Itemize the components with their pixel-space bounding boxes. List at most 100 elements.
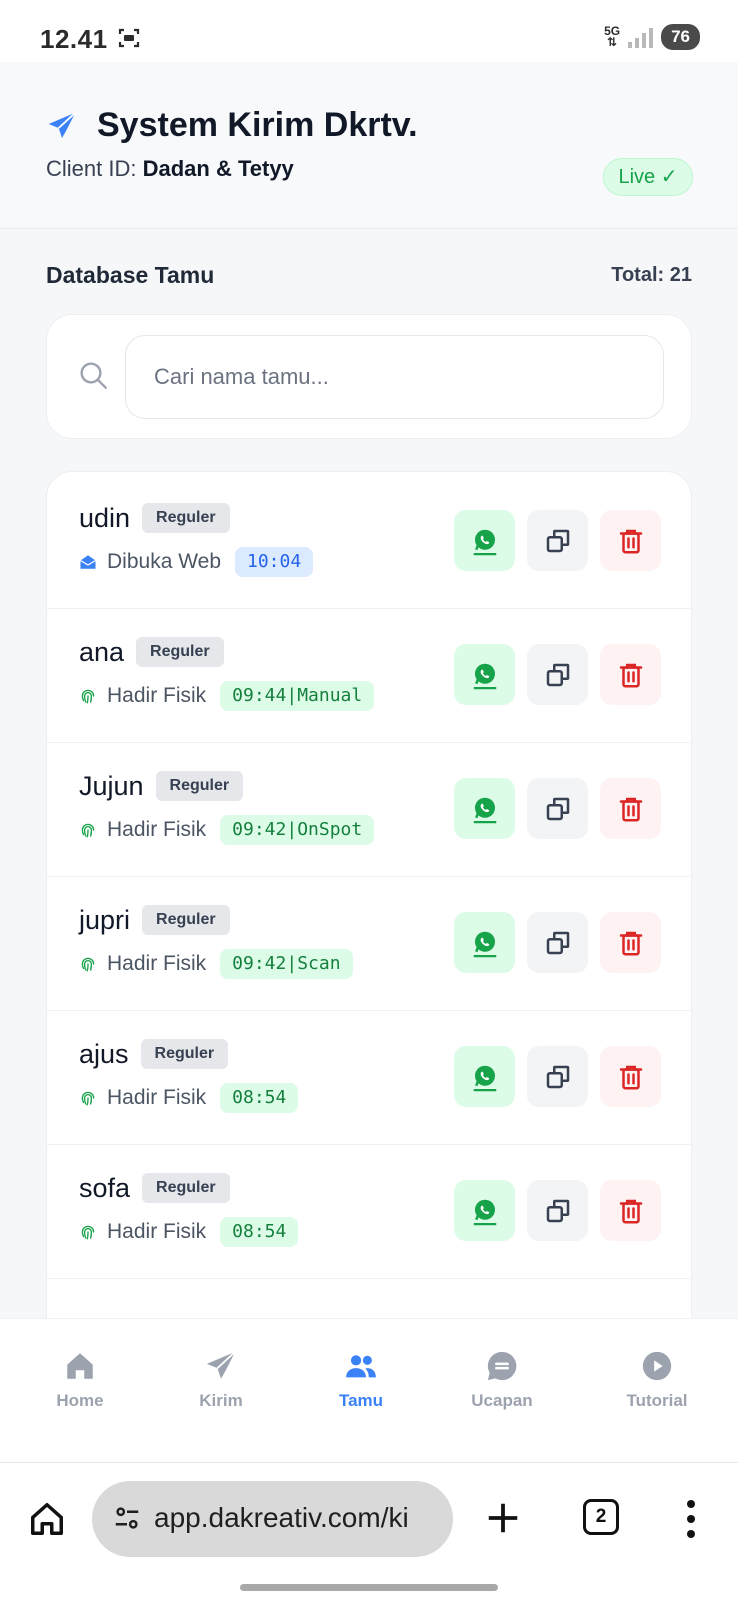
search-card bbox=[46, 314, 692, 439]
section-title: Database Tamu bbox=[46, 262, 215, 288]
category-badge: Reguler bbox=[142, 1173, 230, 1203]
guest-list: udin Reguler Dibuka Web 10:04 ana Reguler Hadi… bbox=[46, 471, 692, 1331]
copy-icon bbox=[543, 526, 573, 556]
status-time-badge: 08:54 bbox=[220, 1083, 299, 1113]
copy-icon bbox=[543, 1196, 573, 1226]
trash-icon bbox=[616, 928, 646, 958]
delete-button[interactable] bbox=[600, 778, 661, 839]
status-label: Hadir Fisik bbox=[107, 818, 207, 841]
search-input[interactable] bbox=[125, 335, 664, 419]
whatsapp-button[interactable] bbox=[454, 1180, 515, 1241]
whatsapp-icon bbox=[470, 1196, 500, 1226]
envelope-open-icon bbox=[79, 553, 97, 571]
guest-status: Hadir Fisik bbox=[79, 1086, 206, 1110]
nav-item-tamu[interactable]: Tamu bbox=[301, 1349, 421, 1411]
trash-icon bbox=[616, 794, 646, 824]
fingerprint-icon bbox=[79, 687, 97, 705]
browser-toolbar: app.dakreativ.com/ki 2 bbox=[0, 1462, 738, 1600]
browser-home-icon[interactable] bbox=[28, 1500, 66, 1538]
guest-status: Hadir Fisik bbox=[79, 684, 206, 708]
copy-icon bbox=[543, 794, 573, 824]
tab-switcher-button[interactable]: 2 bbox=[583, 1499, 619, 1535]
home-icon bbox=[20, 1349, 140, 1383]
whatsapp-button[interactable] bbox=[454, 778, 515, 839]
copy-button[interactable] bbox=[527, 644, 588, 705]
whatsapp-button[interactable] bbox=[454, 912, 515, 973]
play-circle-icon bbox=[597, 1349, 717, 1383]
live-badge: Live ✓ bbox=[603, 158, 693, 196]
trash-icon bbox=[616, 1196, 646, 1226]
status-label: Hadir Fisik bbox=[107, 952, 207, 975]
status-time: 12.41 bbox=[40, 24, 108, 54]
whatsapp-button[interactable] bbox=[454, 644, 515, 705]
network-type: 5G ⇅ bbox=[604, 24, 621, 49]
category-badge: Reguler bbox=[142, 905, 230, 935]
fingerprint-icon bbox=[79, 1089, 97, 1107]
url-text: app.dakreativ.com/ki bbox=[154, 1502, 409, 1533]
bottom-nav: Home Kirim Tamu Ucapan Tutorial bbox=[0, 1318, 738, 1462]
delete-button[interactable] bbox=[600, 644, 661, 705]
category-badge: Reguler bbox=[142, 503, 230, 533]
whatsapp-icon bbox=[470, 1062, 500, 1092]
guest-status: Hadir Fisik bbox=[79, 952, 206, 976]
address-bar[interactable]: app.dakreativ.com/ki bbox=[92, 1481, 453, 1557]
site-settings-icon[interactable] bbox=[112, 1503, 142, 1533]
status-label: Hadir Fisik bbox=[107, 1220, 207, 1243]
nav-label: Kirim bbox=[199, 1391, 243, 1410]
guest-row: jupri Reguler Hadir Fisik 09:42|Scan bbox=[47, 874, 691, 1011]
guest-row: sofa Reguler Hadir Fisik 08:54 bbox=[47, 1142, 691, 1279]
search-icon bbox=[80, 362, 107, 389]
total-count: Total: 21 bbox=[611, 264, 692, 286]
trash-icon bbox=[616, 1062, 646, 1092]
status-time-badge: 09:42|OnSpot bbox=[220, 815, 375, 845]
whatsapp-button[interactable] bbox=[454, 1046, 515, 1107]
category-badge: Reguler bbox=[155, 771, 244, 801]
category-badge: Reguler bbox=[136, 637, 224, 667]
copy-button[interactable] bbox=[527, 1046, 588, 1107]
guest-row: udin Reguler Dibuka Web 10:04 bbox=[47, 472, 691, 609]
guest-status: Hadir Fisik bbox=[79, 1220, 206, 1244]
trash-icon bbox=[616, 526, 646, 556]
fingerprint-icon bbox=[79, 821, 97, 839]
copy-button[interactable] bbox=[527, 1180, 588, 1241]
app-header bbox=[0, 62, 738, 229]
guest-name: Jujun bbox=[79, 771, 144, 801]
copy-button[interactable] bbox=[527, 778, 588, 839]
nav-item-tutorial[interactable]: Tutorial bbox=[597, 1349, 717, 1411]
screen-record-icon bbox=[118, 28, 140, 48]
nav-label: Tamu bbox=[338, 1391, 384, 1410]
users-icon bbox=[301, 1349, 421, 1383]
copy-icon bbox=[543, 1062, 573, 1092]
delete-button[interactable] bbox=[600, 510, 661, 571]
guest-name: ajus bbox=[79, 1039, 129, 1069]
guest-status: Hadir Fisik bbox=[79, 818, 206, 842]
signal-icon bbox=[628, 26, 654, 48]
status-time-badge: 09:42|Scan bbox=[220, 949, 353, 979]
copy-button[interactable] bbox=[527, 510, 588, 571]
nav-label: Ucapan bbox=[471, 1391, 533, 1410]
copy-icon bbox=[543, 928, 573, 958]
nav-item-kirim[interactable]: Kirim bbox=[161, 1349, 281, 1411]
delete-button[interactable] bbox=[600, 912, 661, 973]
guest-status: Dibuka Web bbox=[79, 550, 221, 574]
copy-icon bbox=[543, 660, 573, 690]
status-label: Dibuka Web bbox=[107, 550, 222, 573]
nav-item-home[interactable]: Home bbox=[20, 1349, 140, 1411]
guest-name: udin bbox=[79, 503, 131, 533]
status-time-badge: 10:04 bbox=[235, 547, 314, 577]
new-tab-icon[interactable] bbox=[484, 1499, 522, 1537]
whatsapp-icon bbox=[470, 794, 500, 824]
guest-row: Jujun Reguler Hadir Fisik 09:42|OnSpot bbox=[47, 740, 691, 877]
gesture-bar[interactable] bbox=[240, 1584, 498, 1591]
nav-item-ucapan[interactable]: Ucapan bbox=[442, 1349, 562, 1411]
copy-button[interactable] bbox=[527, 912, 588, 973]
more-menu-icon[interactable] bbox=[686, 1499, 696, 1539]
delete-button[interactable] bbox=[600, 1180, 661, 1241]
client-id: Client ID: Dadan & Tetyy bbox=[46, 156, 294, 181]
guest-row: ana Reguler Hadir Fisik 09:44|Manual bbox=[47, 606, 691, 743]
guest-name: ana bbox=[79, 637, 125, 667]
guest-name: jupri bbox=[79, 905, 131, 935]
whatsapp-button[interactable] bbox=[454, 510, 515, 571]
delete-button[interactable] bbox=[600, 1046, 661, 1107]
status-label: Hadir Fisik bbox=[107, 684, 207, 707]
